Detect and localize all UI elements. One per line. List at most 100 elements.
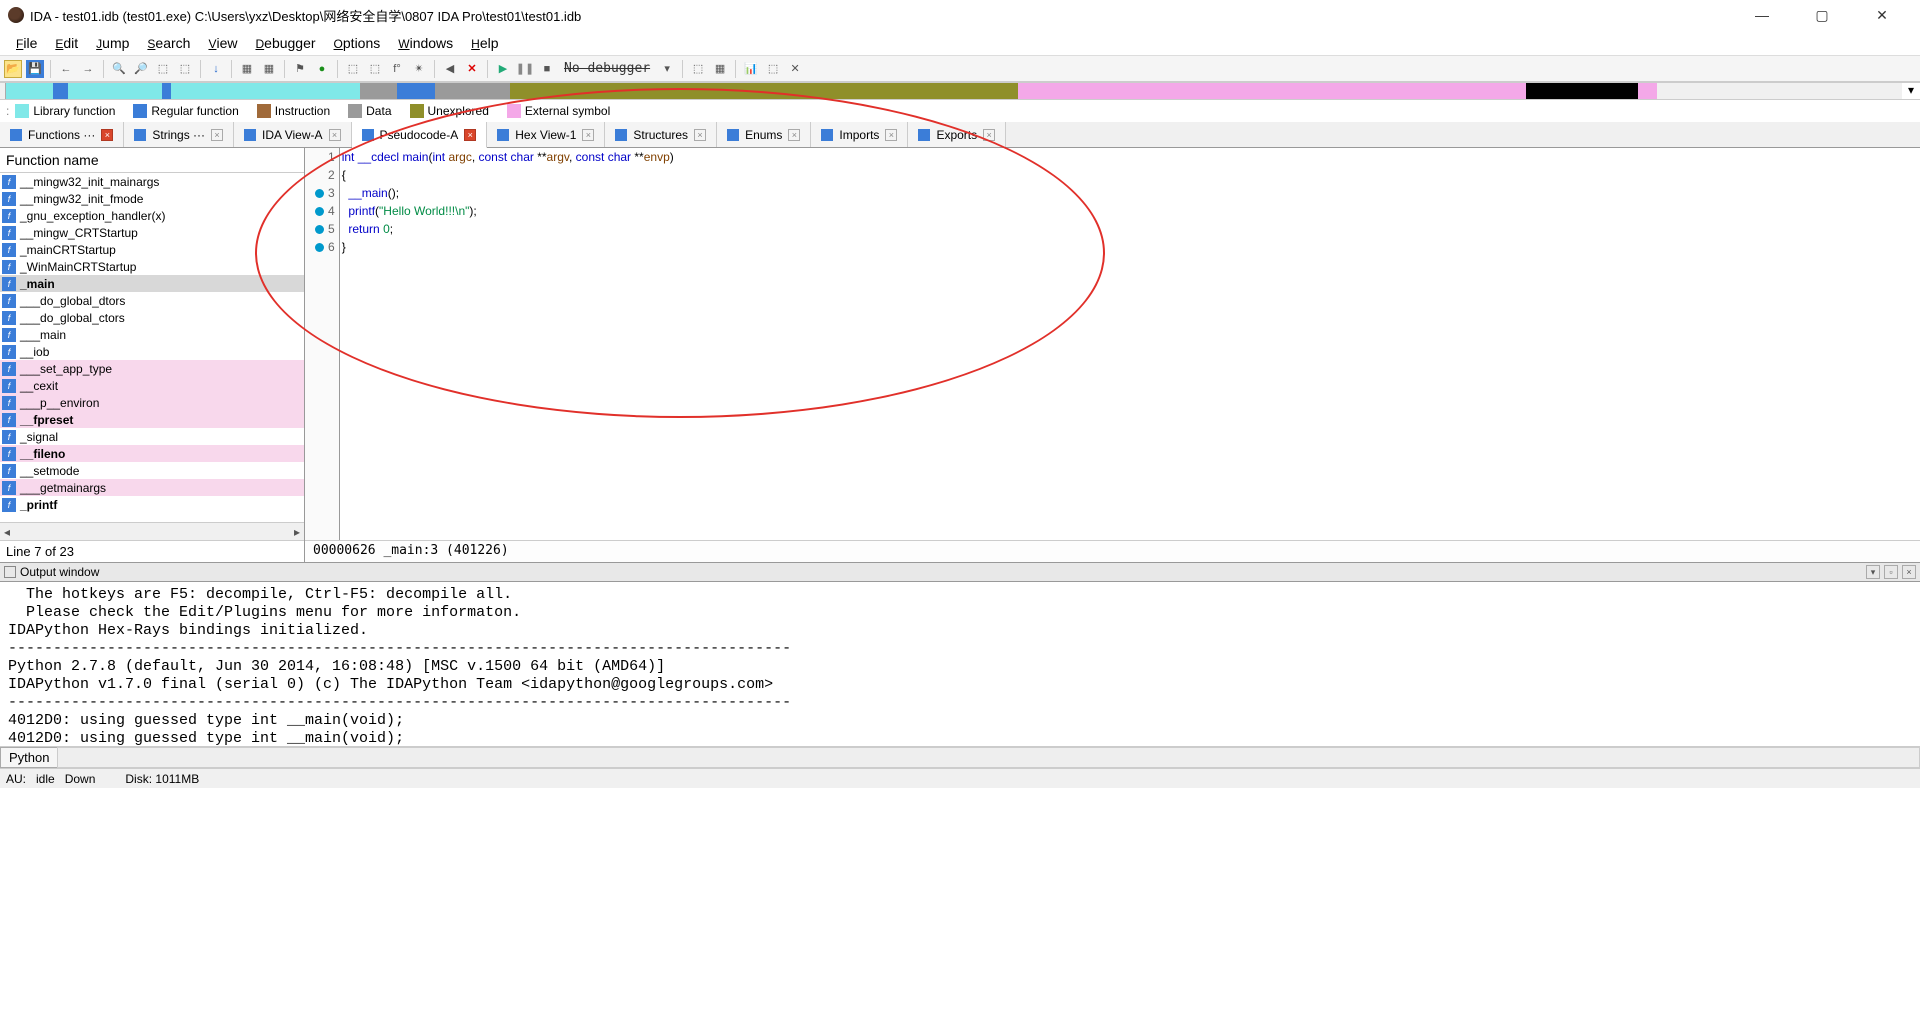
function-row[interactable]: f__fpreset	[0, 411, 304, 428]
function-row[interactable]: f_signal	[0, 428, 304, 445]
function-row[interactable]: f_main	[0, 275, 304, 292]
function-row[interactable]: f_mainCRTStartup	[0, 241, 304, 258]
dropdown-icon[interactable]: ▾	[658, 60, 676, 78]
tab-imports[interactable]: Imports×	[811, 122, 908, 147]
python-tab[interactable]: Python	[0, 747, 58, 768]
function-row[interactable]: f___p__environ	[0, 394, 304, 411]
function-row[interactable]: f___do_global_ctors	[0, 309, 304, 326]
function-row[interactable]: f__iob	[0, 343, 304, 360]
tool-icon[interactable]: 🔍	[110, 60, 128, 78]
code-line[interactable]: int __cdecl main(int argc, const char **…	[342, 148, 674, 166]
minimize-button[interactable]: —	[1742, 7, 1782, 24]
code-line[interactable]: }	[342, 238, 674, 256]
menu-options[interactable]: Options	[326, 33, 389, 53]
functions-list[interactable]: f__mingw32_init_mainargsf__mingw32_init_…	[0, 173, 304, 522]
flag-icon[interactable]: ⚑	[291, 60, 309, 78]
output-text[interactable]: The hotkeys are F5: decompile, Ctrl-F5: …	[0, 582, 1920, 746]
tab-close-icon[interactable]: ×	[694, 129, 706, 141]
stop2-icon[interactable]: ■	[538, 60, 556, 78]
run-icon[interactable]: ▶	[494, 60, 512, 78]
breakpoint-dot-icon[interactable]	[315, 225, 324, 234]
save-icon[interactable]: 💾	[26, 60, 44, 78]
menu-help[interactable]: Help	[463, 33, 506, 53]
tool-icon[interactable]: 🔎	[132, 60, 150, 78]
tool-icon[interactable]: ✴	[410, 60, 428, 78]
max-icon[interactable]: ▫	[1884, 565, 1898, 579]
python-input[interactable]	[57, 747, 1920, 768]
close-button[interactable]: ✕	[1862, 7, 1902, 24]
code-line[interactable]: printf("Hello World!!!\n");	[342, 202, 674, 220]
tab-close-icon[interactable]: ×	[329, 129, 341, 141]
tab-ida-view-a[interactable]: IDA View-A×	[234, 122, 351, 147]
open-icon[interactable]: 📂	[4, 60, 22, 78]
tab-hex-view-1[interactable]: Hex View-1×	[487, 122, 605, 147]
scroll-right-icon[interactable]: ▸	[290, 525, 304, 539]
pause-icon[interactable]: ❚❚	[516, 60, 534, 78]
horiz-scrollbar[interactable]: ◂ ▸	[0, 522, 304, 540]
tab-structures[interactable]: Structures×	[605, 122, 717, 147]
function-row[interactable]: f___getmainargs	[0, 479, 304, 496]
tab-functions[interactable]: Functions ···×	[0, 122, 124, 147]
breakpoint-dot-icon[interactable]	[315, 189, 324, 198]
menu-debugger[interactable]: Debugger	[247, 33, 323, 53]
stop-icon[interactable]: ✕	[463, 60, 481, 78]
tab-close-icon[interactable]: ×	[885, 129, 897, 141]
function-row[interactable]: f___do_global_dtors	[0, 292, 304, 309]
tool-icon[interactable]: ⬚	[154, 60, 172, 78]
tab-enums[interactable]: Enums×	[717, 122, 811, 147]
function-row[interactable]: f_gnu_exception_handler(x)	[0, 207, 304, 224]
function-row[interactable]: f__mingw32_init_mainargs	[0, 173, 304, 190]
tool-icon[interactable]: f°	[388, 60, 406, 78]
tab-pseudocode-a[interactable]: Pseudocode-A×	[352, 122, 488, 148]
tool-icon[interactable]: ⬚	[689, 60, 707, 78]
scroll-left-icon[interactable]: ◂	[0, 525, 14, 539]
menu-view[interactable]: View	[200, 33, 245, 53]
maximize-button[interactable]: ▢	[1802, 7, 1842, 24]
function-row[interactable]: f__setmode	[0, 462, 304, 479]
function-row[interactable]: f___main	[0, 326, 304, 343]
tab-close-icon[interactable]: ×	[211, 129, 223, 141]
tab-close-icon[interactable]: ×	[582, 129, 594, 141]
tab-close-icon[interactable]: ×	[983, 129, 995, 141]
tab-close-icon[interactable]: ×	[788, 129, 800, 141]
tool-icon[interactable]: ▦	[711, 60, 729, 78]
tool-icon[interactable]: ✕	[786, 60, 804, 78]
add-icon[interactable]: ●	[313, 60, 331, 78]
min-icon[interactable]: ▾	[1866, 565, 1880, 579]
breakpoint-dot-icon[interactable]	[315, 243, 324, 252]
function-row[interactable]: f_printf	[0, 496, 304, 513]
tool-icon[interactable]: ▦	[260, 60, 278, 78]
tool-icon[interactable]: ⬚	[764, 60, 782, 78]
tab-exports[interactable]: Exports×	[908, 122, 1006, 147]
code-line[interactable]: __main();	[342, 184, 674, 202]
close-icon[interactable]: ×	[1902, 565, 1916, 579]
menu-windows[interactable]: Windows	[390, 33, 461, 53]
tool-icon[interactable]: ⬚	[344, 60, 362, 78]
navigation-band[interactable]: ▾	[0, 82, 1920, 100]
nav-dropdown-icon[interactable]: ▾	[1902, 83, 1920, 99]
function-row[interactable]: f_WinMainCRTStartup	[0, 258, 304, 275]
menu-search[interactable]: Search	[139, 33, 198, 53]
function-row[interactable]: f__mingw32_init_fmode	[0, 190, 304, 207]
source-code[interactable]: int __cdecl main(int argc, const char **…	[340, 148, 674, 540]
function-row[interactable]: f__fileno	[0, 445, 304, 462]
prev-icon[interactable]: ◀	[441, 60, 459, 78]
tab-close-icon[interactable]: ×	[101, 129, 113, 141]
down-icon[interactable]: ↓	[207, 60, 225, 78]
code-line[interactable]: return 0;	[342, 220, 674, 238]
tool-icon[interactable]: ▦	[238, 60, 256, 78]
function-row[interactable]: f__cexit	[0, 377, 304, 394]
forward-icon[interactable]: →	[79, 60, 97, 78]
menu-edit[interactable]: Edit	[47, 33, 86, 53]
menu-jump[interactable]: Jump	[88, 33, 137, 53]
back-icon[interactable]: ←	[57, 60, 75, 78]
menu-file[interactable]: File	[8, 33, 45, 53]
breakpoint-dot-icon[interactable]	[315, 207, 324, 216]
function-row[interactable]: f__mingw_CRTStartup	[0, 224, 304, 241]
tool-icon[interactable]: ⬚	[176, 60, 194, 78]
code-line[interactable]: {	[342, 166, 674, 184]
tab-strings[interactable]: Strings ···×	[124, 122, 234, 147]
tool-icon[interactable]: 📊	[742, 60, 760, 78]
debugger-selector[interactable]: No debugger	[560, 61, 654, 76]
tool-icon[interactable]: ⬚	[366, 60, 384, 78]
